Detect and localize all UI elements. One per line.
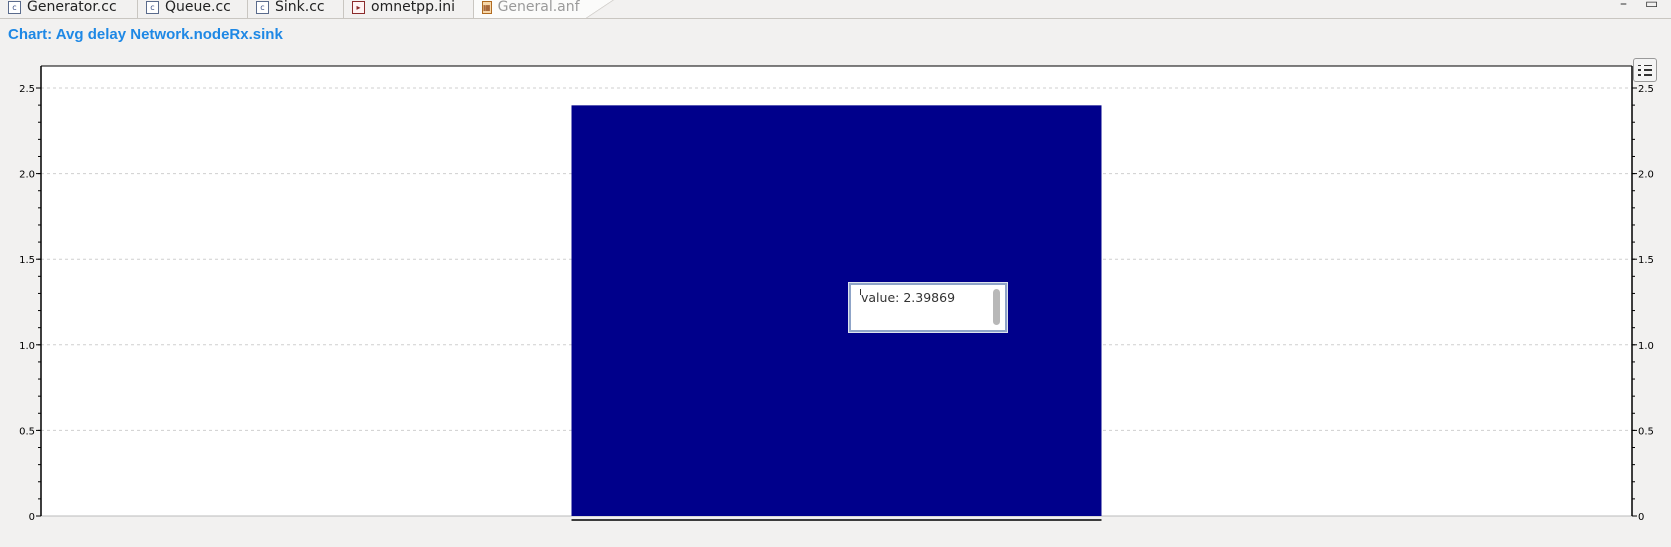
y-tick-label-right: 1.5 <box>1638 255 1654 266</box>
y-tick-label-right: 2.5 <box>1638 84 1654 95</box>
y-tick-label-right: 2.0 <box>1638 170 1654 181</box>
bar <box>571 105 1102 516</box>
y-tick-label: 2.5 <box>19 84 35 95</box>
y-tick-label: 1.5 <box>19 255 35 266</box>
y-tick-label-right: 1.0 <box>1638 341 1654 352</box>
y-tick-label: 2.0 <box>19 170 35 181</box>
y-tick-label-right: 0 <box>1638 512 1644 523</box>
y-tick-label: 1.0 <box>19 341 35 352</box>
y-tick-label: 0.5 <box>19 426 35 437</box>
tooltip-scrollbar[interactable] <box>993 289 1000 325</box>
y-tick-label-right: 0.5 <box>1638 426 1654 437</box>
legend-list-icon[interactable] <box>1633 58 1657 82</box>
value-tooltip: value: 2.39869 <box>848 282 1008 333</box>
tooltip-text: value: 2.39869 <box>861 290 956 305</box>
bar-chart[interactable]: 0 0 0.5 0.5 1.0 1.0 1.5 1.5 2.0 2.0 2.5 2.5 <box>0 0 1671 547</box>
text-caret <box>860 289 861 295</box>
y-tick-label: 0 <box>29 512 35 523</box>
